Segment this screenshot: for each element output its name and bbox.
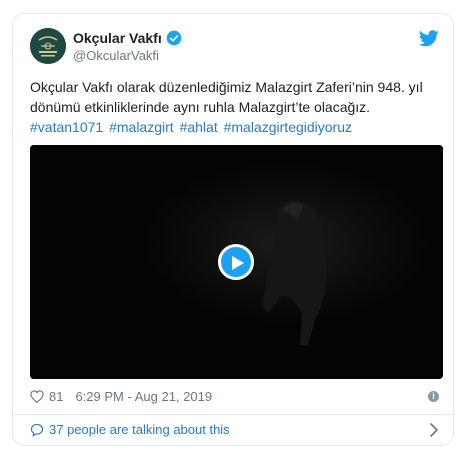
tweet-text: Okçular Vakfı olarak düzenlediğimiz Mala… [30,77,440,137]
twitter-bird-icon[interactable] [419,30,439,47]
avatar[interactable] [30,28,66,64]
hashtag-link[interactable]: #malazgirtegidiyoruz [224,119,352,135]
info-icon[interactable]: i [428,391,439,402]
tweet-meta: 81 6:29 PM - Aug 21, 2019 [30,389,212,404]
video-player[interactable] [30,145,443,379]
hashtag-link[interactable]: #malazgirt [109,119,174,135]
author-name-row[interactable]: Okçular Vakfı [73,30,182,46]
talking-about-text[interactable]: 37 people are talking about this [49,422,230,437]
hashtag-link[interactable]: #vatan1071 [30,119,103,135]
play-icon [232,256,244,270]
heart-icon[interactable] [30,390,44,403]
speech-bubble-icon [30,423,44,437]
verified-badge-icon [166,30,182,46]
tweet-embed-card: Okçular Vakfı @OkcularVakfi Okçular Vakf… [12,13,454,446]
talking-about-link[interactable]: 37 people are talking about this [30,422,230,437]
author-name[interactable]: Okçular Vakfı [73,30,162,46]
divider [13,414,453,415]
tweet-timestamp[interactable]: 6:29 PM - Aug 21, 2019 [75,389,212,404]
tweet-text-line: Okçular Vakfı olarak düzenlediğimiz Mala… [30,79,423,95]
hashtag-link[interactable]: #ahlat [180,119,218,135]
like-count[interactable]: 81 [49,389,63,404]
hashtag-list: #vatan1071 #malazgirt #ahlat #malazgirte… [30,117,440,137]
tweet-text-line: dönümü etkinliklerinde aynı ruhla Malazg… [30,99,371,115]
chevron-right-icon[interactable] [429,423,439,437]
author-handle[interactable]: @OkcularVakfi [73,48,159,63]
play-button[interactable] [218,244,254,280]
